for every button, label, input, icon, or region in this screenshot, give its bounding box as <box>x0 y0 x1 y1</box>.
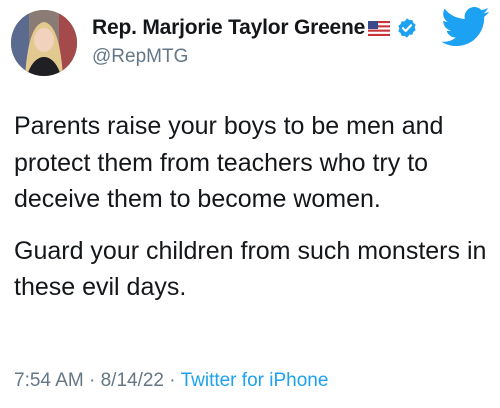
user-handle[interactable]: @RepMTG <box>92 46 188 68</box>
verified-badge-icon <box>398 18 416 38</box>
avatar[interactable] <box>11 10 77 76</box>
meta-separator: · <box>83 370 101 391</box>
tweet-meta: 7:54 AM · 8/14/22 · Twitter for iPhone <box>14 370 328 392</box>
author-row: Rep. Marjorie Taylor Greene <box>92 14 418 42</box>
tweet-paragraph: Guard your children from such monsters i… <box>14 236 487 302</box>
tweet-date[interactable]: 8/14/22 <box>101 370 164 391</box>
tweet-paragraph: Parents raise your boys to be men and pr… <box>14 112 444 213</box>
tweet-time[interactable]: 7:54 AM <box>14 370 84 391</box>
twitter-bird-icon[interactable] <box>442 7 490 47</box>
tweet-text: Parents raise your boys to be men and pr… <box>14 108 494 306</box>
meta-separator: · <box>164 370 181 391</box>
tweet-source[interactable]: Twitter for iPhone <box>181 370 329 391</box>
display-name[interactable]: Rep. Marjorie Taylor Greene <box>92 16 365 40</box>
us-flag-icon <box>368 20 391 36</box>
tweet-card: Rep. Marjorie Taylor Greene @RepMTG Pare… <box>0 0 500 408</box>
